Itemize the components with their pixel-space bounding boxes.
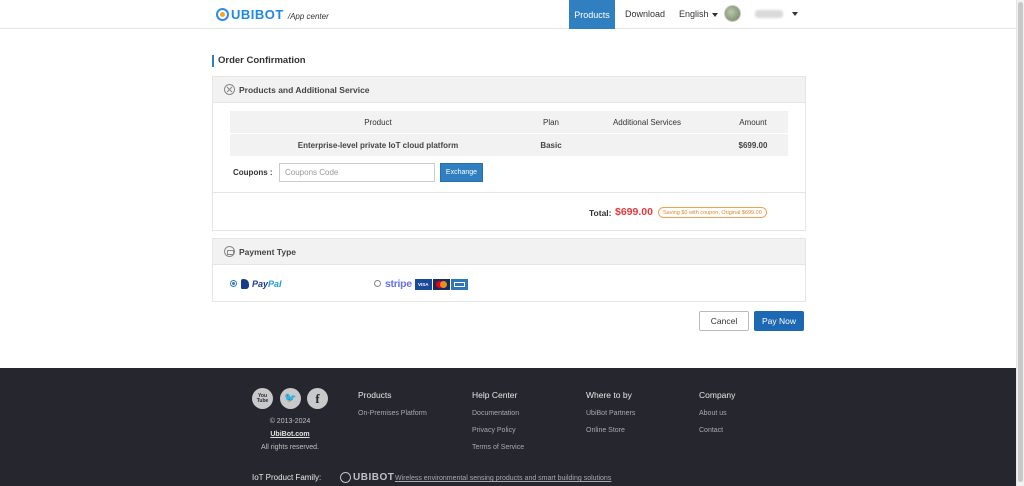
payment-section-title: Payment Type (239, 246, 297, 257)
page-title: Order Confirmation (212, 55, 306, 67)
youtube-icon[interactable]: You Tube (252, 388, 273, 409)
mastercard-icon (432, 278, 450, 290)
payment-card-header: Payment Type (213, 239, 805, 265)
paypal-label-pal: Pal (268, 279, 282, 289)
site-link[interactable]: UbiBot.com (252, 431, 328, 438)
ubibot-logo[interactable]: UBIBOT /App center (216, 7, 329, 22)
nav-download[interactable]: Download (625, 9, 665, 19)
products-section-title: Products and Additional Service (239, 84, 370, 95)
footer-col-products-title: Products (358, 390, 392, 400)
ubibot-logo-icon (216, 8, 229, 21)
nav-products[interactable]: Products (569, 0, 615, 29)
pay-now-button[interactable]: Pay Now (754, 311, 804, 331)
top-header: UBIBOT /App center Products Download Eng… (0, 0, 1016, 29)
coupons-label: Coupons : (233, 168, 273, 177)
payment-card: Payment Type (212, 238, 806, 302)
page-scrollbar[interactable] (1016, 0, 1024, 486)
order-table: Product Plan Additional Services Amount … (230, 111, 788, 156)
stripe-option[interactable]: stripe VISA (385, 278, 469, 290)
caret-down-icon (711, 12, 718, 17)
coupons-input[interactable] (279, 163, 435, 182)
column-header-services: Additional Services (612, 117, 682, 127)
total-label: Total: (589, 208, 612, 218)
stripe-label: stripe (385, 278, 412, 290)
cancel-button[interactable]: Cancel (699, 311, 749, 331)
cell-amount: $699.00 (738, 140, 768, 150)
rights-text: All rights reserved. (261, 444, 319, 451)
product-family-link[interactable]: Wireless environmental sensing products … (395, 475, 611, 482)
saving-badge: Saving $0 with coupon, Original $699.00 (658, 207, 767, 218)
footer-link-partners[interactable]: UbiBot Partners (586, 410, 635, 417)
table-row: Enterprise-level private IoT cloud platf… (230, 134, 788, 156)
paypal-logo-icon (241, 279, 249, 289)
footer-logo-icon (340, 472, 351, 483)
column-header-amount: Amount (739, 117, 767, 127)
username-redacted[interactable] (755, 10, 783, 18)
copyright-text: © 2013-2024 (269, 418, 311, 425)
paypal-radio[interactable] (230, 280, 237, 287)
footer-ubibot-logo[interactable]: UBIBOT (340, 472, 394, 483)
facebook-icon[interactable]: f (307, 388, 328, 409)
divider (212, 192, 806, 193)
language-selector[interactable]: English (679, 9, 718, 19)
visa-card-icon: VISA (414, 278, 432, 290)
footer-link-terms[interactable]: Terms of Service (472, 444, 524, 451)
footer-col-help-title: Help Center (472, 390, 518, 400)
user-menu-caret-icon[interactable] (792, 12, 798, 16)
footer-link-contact[interactable]: Contact (699, 427, 723, 434)
total-amount: $699.00 (615, 206, 653, 218)
footer-logo-text: UBIBOT (353, 472, 395, 483)
amex-card-icon (450, 278, 468, 290)
footer-link-documentation[interactable]: Documentation (472, 410, 519, 417)
footer-col-where-title: Where to by (586, 390, 632, 400)
logo-text: UBIBOT (231, 7, 284, 22)
twitter-icon[interactable]: 🐦 (280, 388, 301, 409)
products-section-icon (224, 84, 235, 95)
payment-section-icon (224, 246, 235, 257)
footer-link-about[interactable]: About us (699, 410, 727, 417)
logo-subtitle: /App center (287, 11, 329, 21)
cell-product: Enterprise-level private IoT cloud platf… (297, 140, 459, 150)
avatar[interactable] (724, 5, 741, 22)
column-header-product: Product (364, 117, 392, 127)
scrollbar-thumb[interactable] (1018, 2, 1023, 482)
cell-plan: Basic (540, 140, 562, 150)
paypal-option[interactable]: Pay Pal (241, 279, 282, 289)
footer-link-privacy[interactable]: Privacy Policy (472, 427, 516, 434)
exchange-button[interactable]: Exchange (440, 163, 483, 182)
footer-link-online-store[interactable]: Online Store (586, 427, 625, 434)
products-card-header: Products and Additional Service (213, 77, 805, 103)
language-label: English (679, 9, 709, 19)
product-family-label: IoT Product Family: (252, 473, 322, 482)
column-header-plan: Plan (542, 117, 559, 127)
footer-link-on-premises[interactable]: On-Premises Platform (358, 410, 427, 417)
stripe-radio[interactable] (374, 280, 381, 287)
paypal-label-pay: Pay (252, 279, 269, 289)
table-header-row: Product Plan Additional Services Amount (230, 111, 788, 133)
footer-col-company-title: Company (699, 390, 736, 400)
